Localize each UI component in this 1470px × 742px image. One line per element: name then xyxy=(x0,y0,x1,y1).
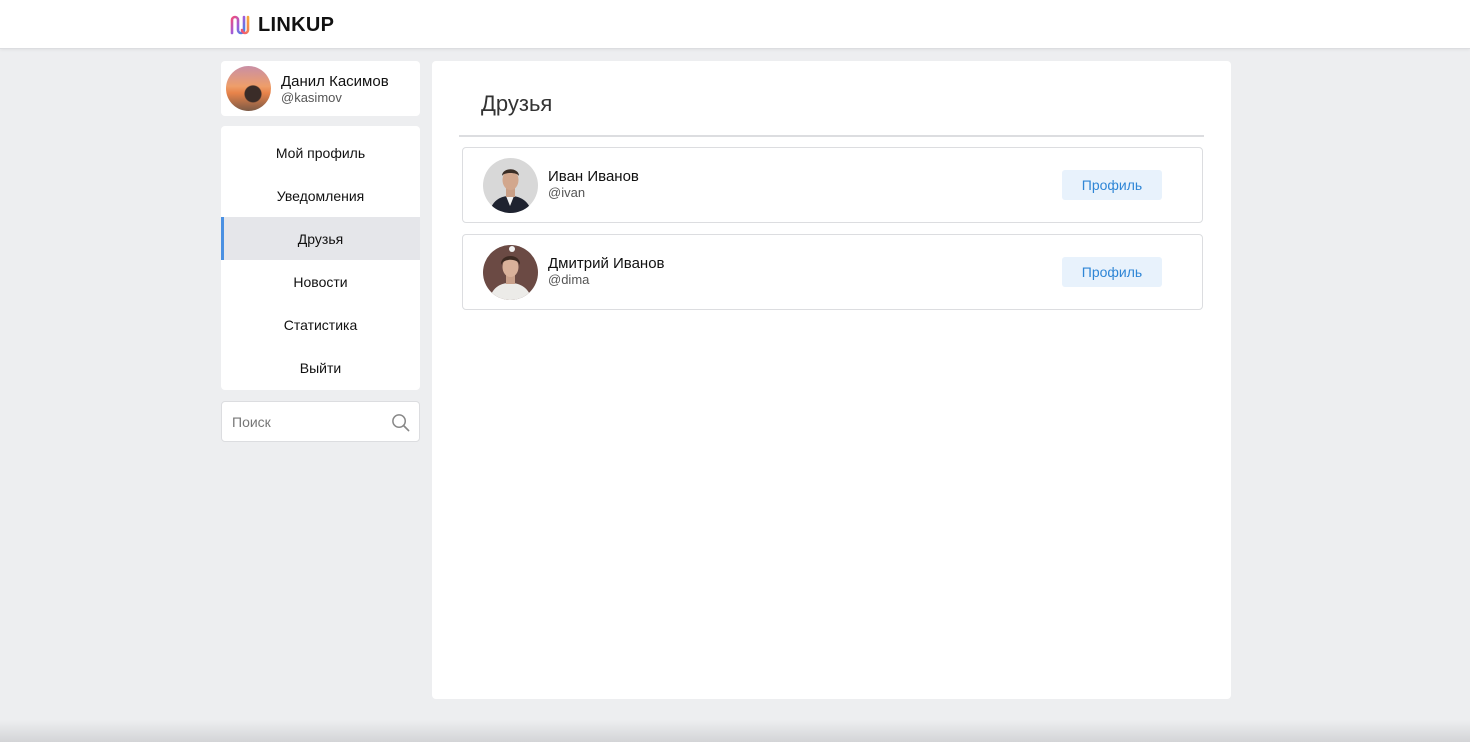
current-user-card[interactable]: Данил Касимов @kasimov xyxy=(221,61,420,116)
search-box xyxy=(221,401,420,442)
top-bar: LINKUP xyxy=(0,0,1470,49)
sidebar-item-statistics[interactable]: Статистика xyxy=(221,303,420,346)
avatar-photo xyxy=(483,158,538,213)
sidebar-item-logout[interactable]: Выйти xyxy=(221,346,420,389)
avatar[interactable] xyxy=(483,245,538,300)
list-item: Дмитрий Иванов @dima Профиль xyxy=(462,234,1203,310)
divider xyxy=(459,135,1204,137)
window-bottom-shadow xyxy=(0,720,1470,742)
friend-handle: @ivan xyxy=(548,185,586,200)
sidebar-item-notifications[interactable]: Уведомления xyxy=(221,174,420,217)
friend-handle: @dima xyxy=(548,272,590,287)
logo-text: LINKUP xyxy=(258,13,335,36)
search-icon[interactable] xyxy=(391,413,410,432)
friends-panel: Друзья Иван Иванов @ivan Профиль Дмитрий… xyxy=(432,61,1231,699)
sidebar-item-news[interactable]: Новости xyxy=(221,260,420,303)
sidebar-item-my-profile[interactable]: Мой профиль xyxy=(221,131,420,174)
user-handle: @kasimov xyxy=(281,90,342,105)
friend-name: Иван Иванов xyxy=(548,168,639,185)
avatar xyxy=(226,66,271,111)
list-item: Иван Иванов @ivan Профиль xyxy=(462,147,1203,223)
avatar-photo xyxy=(483,245,538,300)
sidebar-item-friends[interactable]: Друзья xyxy=(221,217,420,260)
avatar[interactable] xyxy=(483,158,538,213)
friend-name: Дмитрий Иванов xyxy=(548,255,665,272)
sidebar-nav: Мой профиль Уведомления Друзья Новости С… xyxy=(221,126,420,390)
page-title: Друзья xyxy=(481,91,553,116)
search-input[interactable] xyxy=(232,412,382,432)
profile-button[interactable]: Профиль xyxy=(1062,257,1162,287)
linkup-logo-icon xyxy=(230,15,250,35)
logo[interactable]: LINKUP xyxy=(229,13,334,37)
profile-button[interactable]: Профиль xyxy=(1062,170,1162,200)
user-name: Данил Касимов xyxy=(281,73,389,90)
